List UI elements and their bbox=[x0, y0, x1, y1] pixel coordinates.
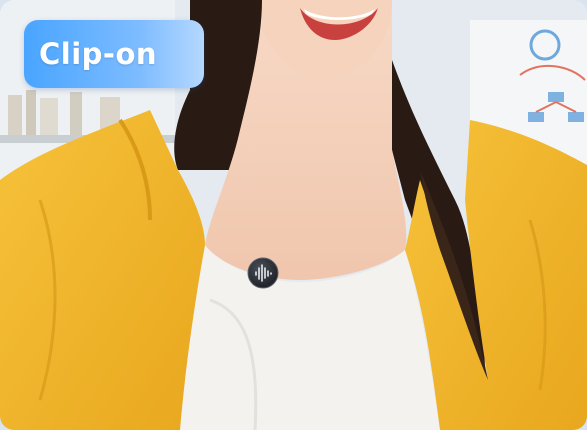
badge-label: Clip-on bbox=[39, 37, 158, 71]
product-photo-frame: Clip-on bbox=[0, 0, 587, 430]
clip-on-badge: Clip-on bbox=[24, 20, 204, 88]
clip-on-microphone bbox=[247, 257, 279, 289]
